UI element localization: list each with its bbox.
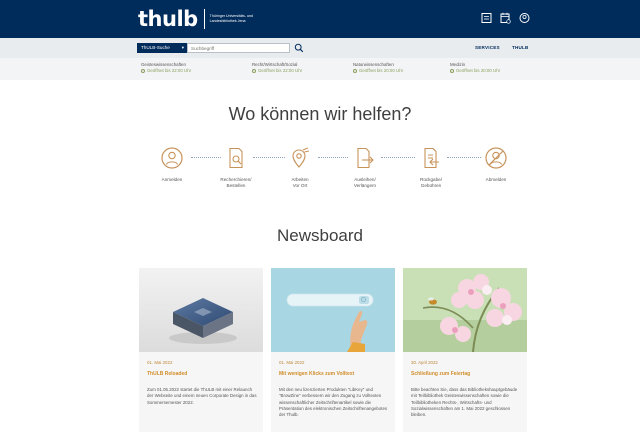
news-image-blossoms: [403, 268, 527, 352]
step-label: Abmelden: [485, 177, 507, 182]
thulb-logo[interactable]: thulb Thüringer Universitäts- und Landes…: [138, 7, 270, 31]
bookmark-icon[interactable]: [481, 12, 492, 24]
news-excerpt: Mit den neu lizenzierten Produkten "LibK…: [279, 387, 388, 418]
step-label: Rückgabe/ Gebühren: [420, 177, 442, 188]
nav-thulb[interactable]: THULB: [512, 45, 529, 50]
hours-time-text: Geöffnet bis 22:00 Uhr: [258, 68, 303, 73]
search-icon[interactable]: [294, 43, 304, 53]
search-scope-label: ThULB-Suche: [141, 45, 170, 50]
step-label: Ausleihen/ Verlängern: [353, 177, 377, 188]
step-recherchieren[interactable]: Recherchieren/ Bestellen: [206, 146, 266, 189]
location-icon: [288, 146, 312, 170]
news-card[interactable]: 01. Mai 2022 Mit wenigen Klicks zum Voll…: [271, 268, 395, 432]
hours-item[interactable]: Medizin Geöffnet bis 20:00 Uhr: [450, 62, 550, 74]
nav-services[interactable]: SERVICES: [475, 45, 500, 50]
step-ausleihen[interactable]: Ausleihen/ Verlängern: [335, 146, 395, 189]
hours-time-text: Geöffnet bis 22:00 Uhr: [147, 68, 192, 73]
step-label: Recherchieren/ Bestellen: [220, 177, 252, 188]
document-return-icon: [419, 146, 443, 170]
news-title[interactable]: Schließung zum Feiertag: [411, 371, 470, 377]
document-arrow-icon: [353, 146, 377, 170]
hours-item[interactable]: Naturwissenschaften Geöffnet bis 20:00 U…: [353, 62, 453, 74]
news-title[interactable]: ThULB Reloaded: [147, 371, 187, 377]
news-title[interactable]: Mit wenigen Klicks zum Volltext: [279, 371, 354, 377]
hours-item[interactable]: Geisteswissenschaften Geöffnet bis 22:00…: [141, 62, 241, 74]
news-card[interactable]: 01. Mai 2022 ThULB Reloaded Zum 01.05.20…: [139, 268, 263, 432]
search-bar: [0, 38, 640, 58]
news-image-thulb-cube: [139, 268, 263, 352]
newsboard-title: Newsboard: [277, 226, 363, 245]
news-card[interactable]: 30. April 2022 Schließung zum Feiertag B…: [403, 268, 527, 432]
hours-time-text: Geöffnet bis 20:00 Uhr: [456, 68, 501, 73]
step-label: Arbeiten Vor Ort: [291, 177, 309, 188]
news-image-search-field: [271, 268, 395, 352]
logo-word: thulb: [138, 7, 198, 31]
hours-time-text: Geöffnet bis 20:00 Uhr: [359, 68, 404, 73]
logout-icon: [484, 146, 508, 170]
header-icons: [481, 12, 530, 24]
top-header: [0, 0, 640, 38]
news-date: 30. April 2022: [411, 360, 438, 365]
news-date: 01. Mai 2022: [147, 360, 173, 365]
hours-time: Geöffnet bis 22:00 Uhr: [141, 68, 241, 74]
logo-divider: [203, 9, 205, 29]
hours-item[interactable]: Recht/Wirtschaft/Sozial Geöffnet bis 22:…: [252, 62, 352, 74]
search-input[interactable]: [187, 43, 290, 53]
hours-time: Geöffnet bis 20:00 Uhr: [353, 68, 453, 74]
news-date: 01. Mai 2022: [279, 360, 305, 365]
step-rueckgabe[interactable]: Rückgabe/ Gebühren: [401, 146, 461, 189]
news-excerpt: Zum 01.05.2022 startet die ThULB mit ein…: [147, 387, 257, 405]
document-search-icon: [224, 146, 248, 170]
hours-time: Geöffnet bis 20:00 Uhr: [450, 68, 550, 74]
calendar-icon[interactable]: [500, 12, 511, 24]
chevron-down-icon: ▾: [181, 45, 184, 50]
search-scope-select[interactable]: ThULB-Suche ▾: [137, 43, 187, 53]
hours-time: Geöffnet bis 22:00 Uhr: [252, 68, 352, 74]
clock-icon: [141, 68, 145, 73]
clock-icon: [353, 68, 357, 73]
clock-icon: [450, 68, 454, 73]
step-anmelden[interactable]: Anmelden: [142, 146, 202, 183]
person-icon: [160, 146, 184, 170]
help-title: Wo können wir helfen?: [228, 104, 412, 124]
clock-icon: [252, 68, 256, 73]
logo-subtitle: Thüringer Universitäts- und Landesbiblio…: [209, 14, 254, 23]
step-abmelden[interactable]: Abmelden: [466, 146, 526, 183]
news-excerpt: Bitte beachten Sie, dass das Bibliotheks…: [411, 387, 518, 418]
step-arbeiten[interactable]: Arbeiten Vor Ort: [270, 146, 330, 189]
step-label: Anmelden: [161, 177, 183, 182]
user-icon[interactable]: [519, 12, 530, 24]
